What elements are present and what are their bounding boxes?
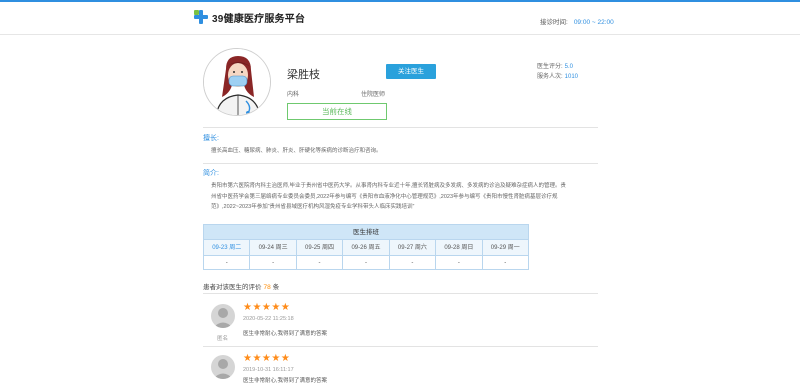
eval-prefix: 患者对该医生的评价 bbox=[203, 284, 262, 291]
review-text: 医生非常耐心,我得到了满意的答案 bbox=[243, 331, 328, 337]
schedule-title: 医生排班 bbox=[203, 224, 529, 240]
intro-line: 范》,2022~2023年参加“贵州省县域医疗机构风湿免疫专业学科带头人临床实践… bbox=[211, 204, 415, 210]
divider bbox=[203, 127, 598, 128]
schedule-slot[interactable]: - bbox=[204, 256, 251, 269]
schedule-slot[interactable]: - bbox=[482, 256, 529, 269]
schedule-values-row: - - - - - - - bbox=[203, 256, 529, 270]
hours-label: 接诊时间: bbox=[540, 19, 568, 26]
review-date: 2020-05-22 11:25:18 bbox=[243, 316, 294, 322]
served-value: 1010 bbox=[564, 74, 579, 80]
schedule-day: 09-23 周二 bbox=[204, 240, 251, 256]
schedule-day: 09-26 周五 bbox=[343, 240, 390, 256]
divider bbox=[203, 346, 598, 347]
doctor-name: 梁胜枝 bbox=[287, 69, 320, 81]
served-label: 服务人次: bbox=[537, 74, 563, 80]
reviewer-avatar bbox=[211, 304, 235, 328]
schedule-slot[interactable]: - bbox=[436, 256, 483, 269]
divider bbox=[203, 293, 598, 294]
review-text: 医生非常耐心,我得到了满意的答案 bbox=[243, 378, 328, 384]
schedule-slot[interactable]: - bbox=[296, 256, 344, 269]
doctor-stats: 医生评分: 5.0 服务人次: 1010 bbox=[537, 62, 578, 82]
eval-count: 78 bbox=[263, 284, 271, 291]
schedule-slot[interactable]: - bbox=[343, 256, 390, 269]
rating-stars-icon: ★★★★★ bbox=[243, 302, 291, 313]
intro-title: 简介: bbox=[203, 170, 219, 177]
intro-text: 贵阳市第六医院肾内科主治医师,毕业于贵州省中医药大学。从事肾内科专业近十年,擅长… bbox=[211, 181, 596, 213]
reviewer-name: 匿名 bbox=[217, 336, 229, 342]
doctor-department: 内科 bbox=[287, 92, 300, 98]
rating-value: 5.0 bbox=[564, 64, 574, 70]
schedule-slot[interactable]: - bbox=[389, 256, 437, 269]
cross-logo-icon bbox=[193, 9, 209, 25]
schedule-slot[interactable]: - bbox=[250, 256, 297, 269]
divider bbox=[203, 163, 598, 164]
served-row: 服务人次: 1010 bbox=[537, 72, 578, 82]
reviewer-avatar bbox=[211, 355, 235, 379]
schedule-day: 09-29 周一 bbox=[482, 240, 529, 256]
doctor-avatar bbox=[203, 48, 271, 116]
online-status-button[interactable]: 当前在线 bbox=[287, 103, 387, 120]
eval-suffix: 条 bbox=[272, 284, 280, 291]
schedule-day: 09-25 周四 bbox=[296, 240, 344, 256]
intro-line: 州省中医药学会第三届络病专业委员会委员,2022年参与编写《贵阳市血液净化中心管… bbox=[211, 193, 558, 200]
review-item: ★★★★★ 2019-10-31 16:11:17 医生非常耐心,我得到了满意的… bbox=[203, 353, 598, 386]
rating-stars-icon: ★★★★★ bbox=[243, 353, 291, 364]
logo-text: 39健康医疗服务平台 bbox=[212, 13, 306, 25]
evaluations-title: 患者对该医生的评价 78 条 bbox=[203, 281, 279, 291]
hours-value: 09:00 ~ 22:00 bbox=[573, 19, 614, 26]
top-header: 39健康医疗服务平台 接诊时间: 09:00 ~ 22:00 bbox=[0, 0, 800, 35]
rating-label: 医生评分: bbox=[537, 64, 563, 70]
review-date: 2019-10-31 16:11:17 bbox=[243, 367, 294, 373]
service-hours: 接诊时间: 09:00 ~ 22:00 bbox=[540, 16, 614, 26]
review-item: 匿名 ★★★★★ 2020-05-22 11:25:18 医生非常耐心,我得到了… bbox=[203, 302, 598, 344]
schedule-day: 09-28 周日 bbox=[436, 240, 483, 256]
site-logo[interactable]: 39健康医疗服务平台 bbox=[193, 9, 305, 25]
follow-doctor-button[interactable]: 关注医生 bbox=[386, 64, 436, 79]
schedule-day: 09-27 周六 bbox=[389, 240, 437, 256]
intro-line: 贵阳市第六医院肾内科主治医师,毕业于贵州省中医药大学。从事肾内科专业近十年,擅长… bbox=[211, 183, 567, 189]
schedule-day: 09-24 周三 bbox=[250, 240, 297, 256]
doctor-title: 住院医师 bbox=[361, 92, 386, 98]
rating-row: 医生评分: 5.0 bbox=[537, 62, 578, 72]
specialty-title: 擅长: bbox=[203, 135, 219, 142]
specialty-text: 擅长高血压、糖尿病、肺炎、肝炎、肝硬化等疾病的诊断治疗和咨询。 bbox=[211, 148, 382, 154]
schedule-days-row: 09-23 周二 09-24 周三 09-25 周四 09-26 周五 09-2… bbox=[203, 240, 529, 256]
